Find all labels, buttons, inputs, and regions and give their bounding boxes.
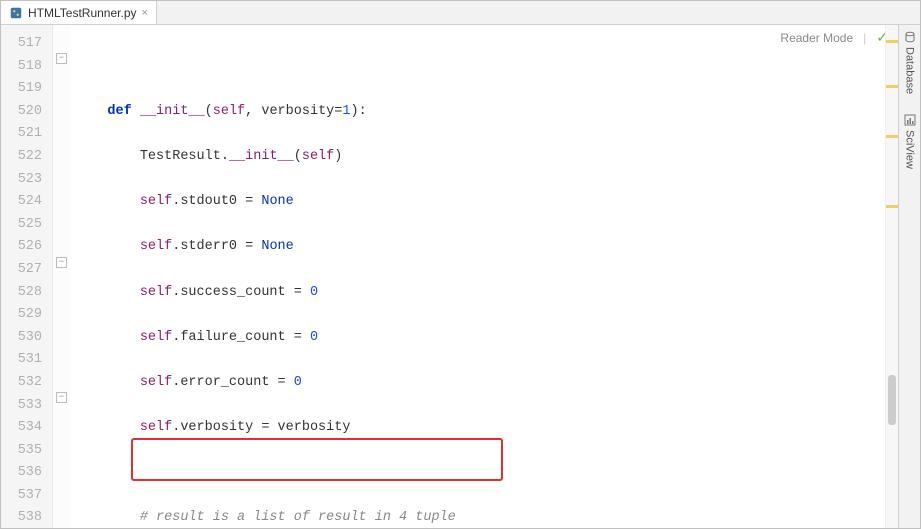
line-number: 521 [1,123,42,146]
close-icon[interactable]: × [142,7,148,19]
fold-toggle-icon[interactable]: − [56,53,67,64]
scroll-marker [886,85,898,88]
line-number: 534 [1,417,42,440]
scroll-marker [886,205,898,208]
scroll-marker [886,40,898,43]
scrollbar-track[interactable] [885,25,898,528]
scrollbar-thumb[interactable] [888,375,896,425]
fold-column: − − − [53,25,71,528]
code-content[interactable]: def __init__(self, verbosity=1): TestRes… [71,25,898,528]
tab-bar: HTMLTestRunner.py × [1,1,920,25]
database-tool-button[interactable]: Database [904,31,916,94]
line-number: 517 [1,33,42,56]
line-number: 522 [1,146,42,169]
line-number: 519 [1,78,42,101]
python-file-icon [9,6,23,20]
sciview-icon [904,114,916,126]
database-icon [904,31,916,43]
file-tab[interactable]: HTMLTestRunner.py × [1,1,157,24]
fold-toggle-icon[interactable]: − [56,392,67,403]
line-number: 531 [1,349,42,372]
line-number: 533 [1,395,42,418]
line-number: 524 [1,191,42,214]
line-number: 536 [1,462,42,485]
code-editor[interactable]: 517 518 519 520 521 522 523 524 525 526 … [1,25,898,528]
line-number: 530 [1,327,42,350]
line-number: 532 [1,372,42,395]
line-number: 525 [1,214,42,237]
line-number: 527 [1,259,42,282]
sciview-tool-button[interactable]: SciView [904,114,916,169]
line-number: 529 [1,304,42,327]
line-number: 518 [1,56,42,79]
tab-filename: HTMLTestRunner.py [28,6,137,20]
line-number: 538 [1,507,42,528]
line-number-gutter: 517 518 519 520 521 522 523 524 525 526 … [1,25,53,528]
scroll-marker [886,135,898,138]
line-number: 535 [1,440,42,463]
line-number: 523 [1,169,42,192]
line-number: 528 [1,282,42,305]
fold-toggle-icon[interactable]: − [56,257,67,268]
tool-window-bar: Database SciView [898,25,920,528]
line-number: 537 [1,485,42,508]
line-number: 520 [1,101,42,124]
line-number: 526 [1,236,42,259]
